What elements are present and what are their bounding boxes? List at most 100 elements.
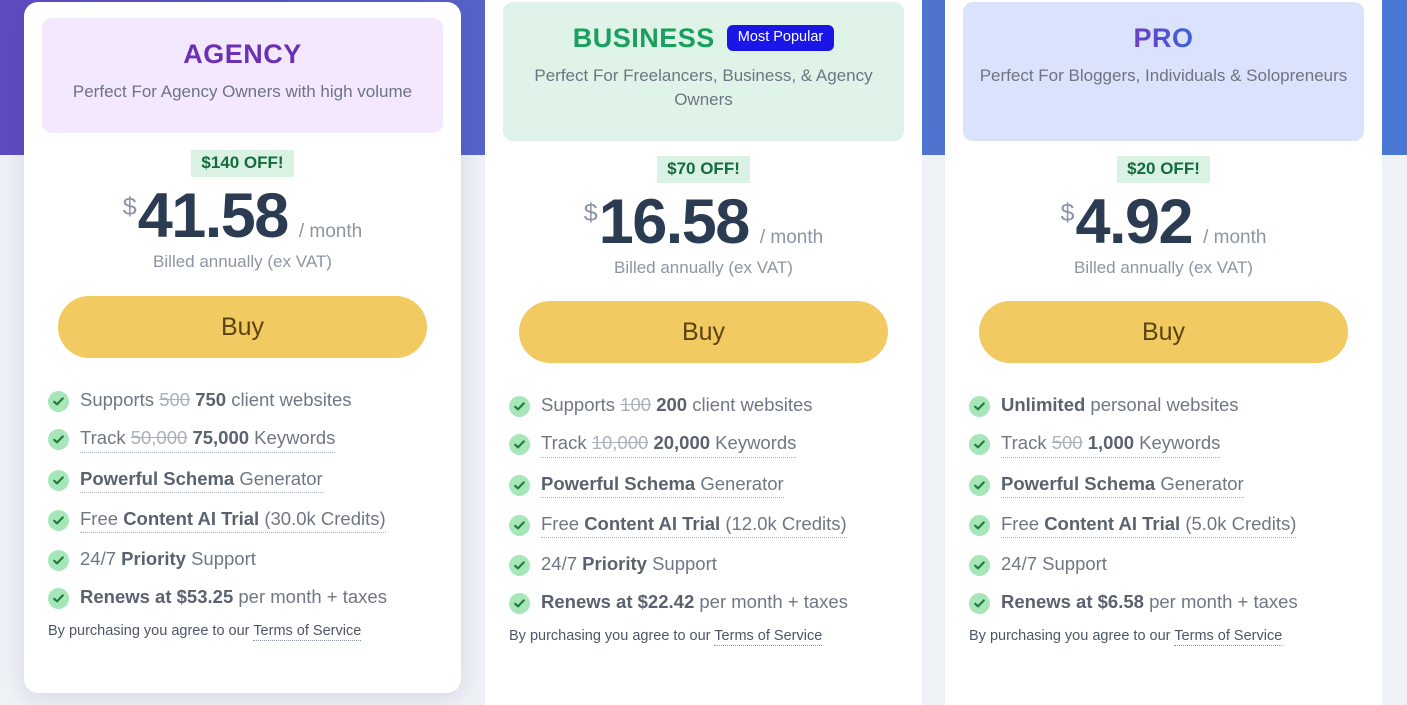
feature-item: Renews at $6.58 per month + taxes <box>969 590 1358 614</box>
currency-symbol: $ <box>583 199 598 228</box>
terms-prefix: By purchasing you agree to our <box>969 627 1171 644</box>
feature-label: Supports 500 750 client websites <box>80 389 352 411</box>
check-circle-icon <box>969 554 990 576</box>
currency-symbol: $ <box>122 193 137 222</box>
terms-prefix: By purchasing you agree to our <box>48 622 250 639</box>
feature-item: 24/7 Priority Support <box>509 552 898 576</box>
feature-list: Supports 100 200 client websites Track 10… <box>503 393 904 614</box>
check-circle-icon <box>969 434 990 456</box>
discount-badge: $20 OFF! <box>1117 156 1210 184</box>
billed-note: Billed annually (ex VAT) <box>614 258 793 278</box>
buy-button[interactable]: Buy <box>58 296 427 359</box>
terms-of-service-link[interactable]: Terms of Service <box>253 622 362 641</box>
plan-header-pro: PRO Perfect For Bloggers, Individuals & … <box>963 2 1364 141</box>
feature-item: Supports 100 200 client websites <box>509 393 898 418</box>
plan-title: BUSINESS <box>572 22 715 53</box>
buy-wrap: Buy <box>503 301 904 364</box>
feature-item: 24/7 Support <box>969 552 1358 576</box>
feature-item: Powerful Schema Generator <box>969 472 1358 498</box>
check-circle-icon <box>509 396 530 418</box>
terms-prefix: By purchasing you agree to our <box>509 627 711 644</box>
feature-item: Powerful Schema Generator <box>509 472 898 498</box>
most-popular-badge: Most Popular <box>726 25 835 51</box>
feature-label: Supports 100 200 client websites <box>541 394 813 416</box>
plan-title-row: BUSINESS Most Popular <box>517 18 890 58</box>
check-circle-icon <box>969 592 990 614</box>
feature-item: 24/7 Priority Support <box>48 547 437 571</box>
feature-item: Unlimited personal websites <box>969 393 1358 418</box>
plan-header-business: BUSINESS Most Popular Perfect For Freela… <box>503 2 904 141</box>
feature-label[interactable]: Track 500 1,000 Keywords <box>1001 431 1221 458</box>
billed-note: Billed annually (ex VAT) <box>153 252 332 272</box>
price-line: $ 41.58 / month <box>42 185 443 248</box>
feature-label[interactable]: Powerful Schema Generator <box>80 467 323 493</box>
buy-wrap: Buy <box>42 296 443 359</box>
feature-label: 24/7 Support <box>1001 552 1107 574</box>
feature-list: Supports 500 750 client websites Track 50… <box>42 388 443 609</box>
discount-wrap: $140 OFF! <box>42 150 443 178</box>
price-line: $ 4.92 / month <box>963 191 1364 254</box>
feature-label[interactable]: Powerful Schema Generator <box>1001 472 1244 498</box>
feature-item: Free Content AI Trial (5.0k Credits) <box>969 512 1358 538</box>
price-line: $ 16.58 / month <box>503 191 904 254</box>
pricing-card-business: BUSINESS Most Popular Perfect For Freela… <box>485 0 922 705</box>
feature-item: Track 500 1,000 Keywords <box>969 431 1358 458</box>
currency-symbol: $ <box>1060 199 1075 228</box>
feature-label[interactable]: Track 50,000 75,000 Keywords <box>80 426 336 453</box>
check-circle-icon <box>48 509 69 531</box>
check-circle-icon <box>509 592 530 614</box>
price-period: / month <box>1203 227 1267 249</box>
pricing-card-pro: PRO Perfect For Bloggers, Individuals & … <box>945 0 1382 705</box>
plan-title: AGENCY <box>183 38 302 69</box>
feature-item: Renews at $53.25 per month + taxes <box>48 585 437 609</box>
price-amount: 41.58 <box>137 181 290 252</box>
plan-subtitle: Perfect For Agency Owners with high volu… <box>72 82 413 101</box>
feature-label[interactable]: Free Content AI Trial (5.0k Credits) <box>1001 512 1297 538</box>
terms-of-service-link[interactable]: Terms of Service <box>1174 627 1283 646</box>
feature-item: Free Content AI Trial (12.0k Credits) <box>509 512 898 538</box>
discount-badge: $140 OFF! <box>191 150 294 178</box>
price-period: / month <box>298 221 363 243</box>
check-circle-icon <box>48 587 69 609</box>
feature-item: Renews at $22.42 per month + taxes <box>509 590 898 614</box>
feature-label: Unlimited personal websites <box>1001 394 1239 416</box>
feature-label[interactable]: Powerful Schema Generator <box>541 472 784 498</box>
discount-wrap: $70 OFF! <box>503 156 904 184</box>
plan-subtitle: Perfect For Freelancers, Business, & Age… <box>534 66 873 109</box>
feature-label[interactable]: Track 10,000 20,000 Keywords <box>541 431 797 458</box>
feature-label: Renews at $6.58 per month + taxes <box>1001 590 1298 612</box>
price-amount: 16.58 <box>598 187 751 258</box>
billed-note: Billed annually (ex VAT) <box>1074 258 1253 278</box>
pricing-card-agency: AGENCY Perfect For Agency Owners with hi… <box>24 2 461 693</box>
plan-header-agency: AGENCY Perfect For Agency Owners with hi… <box>42 18 443 133</box>
plan-title-row: AGENCY <box>56 34 429 74</box>
buy-button[interactable]: Buy <box>519 301 888 364</box>
check-circle-icon <box>48 469 69 491</box>
check-circle-icon <box>969 474 990 496</box>
feature-label[interactable]: Free Content AI Trial (12.0k Credits) <box>541 512 847 538</box>
discount-badge: $70 OFF! <box>657 156 750 184</box>
buy-wrap: Buy <box>963 301 1364 364</box>
feature-label: 24/7 Priority Support <box>80 547 256 569</box>
price-block: $ 16.58 / month Billed annually (ex VAT) <box>503 191 904 278</box>
price-block: $ 41.58 / month Billed annually (ex VAT) <box>42 185 443 272</box>
feature-list: Unlimited personal websites Track 500 1,0… <box>963 393 1364 614</box>
plan-subtitle: Perfect For Bloggers, Individuals & Solo… <box>979 66 1348 85</box>
terms-notice: By purchasing you agree to our Terms of … <box>503 627 904 646</box>
feature-label[interactable]: Free Content AI Trial (30.0k Credits) <box>80 507 386 533</box>
feature-item: Powerful Schema Generator <box>48 467 437 493</box>
price-amount: 4.92 <box>1075 187 1193 258</box>
feature-item: Free Content AI Trial (30.0k Credits) <box>48 507 437 533</box>
plan-title-row: PRO <box>977 18 1350 58</box>
plan-title: PRO <box>1133 22 1194 53</box>
terms-of-service-link[interactable]: Terms of Service <box>714 627 823 646</box>
price-period: / month <box>759 227 824 249</box>
feature-label: Renews at $53.25 per month + taxes <box>80 585 387 607</box>
buy-button[interactable]: Buy <box>979 301 1348 364</box>
check-circle-icon <box>509 514 530 536</box>
check-circle-icon <box>48 429 69 451</box>
check-circle-icon <box>969 514 990 536</box>
check-circle-icon <box>969 396 990 418</box>
price-block: $ 4.92 / month Billed annually (ex VAT) <box>963 191 1364 278</box>
check-circle-icon <box>509 474 530 496</box>
